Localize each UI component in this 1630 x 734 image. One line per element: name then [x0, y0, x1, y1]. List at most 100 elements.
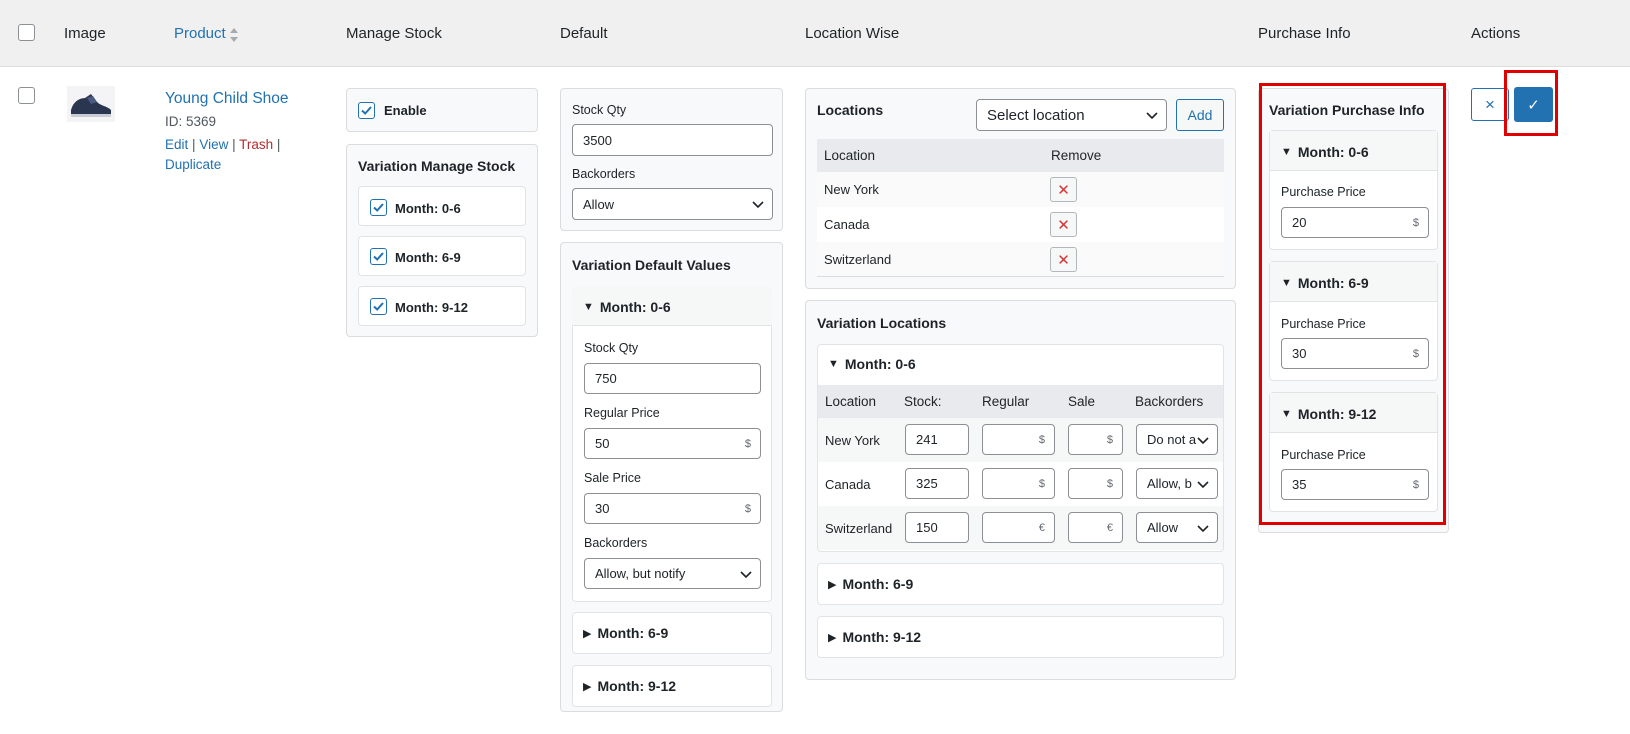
- backorders-label: Backorders: [572, 167, 636, 181]
- row-location: New York: [825, 433, 880, 448]
- row-sale-input[interactable]: $: [1068, 424, 1123, 455]
- variation-locations-title: Variation Locations: [817, 315, 947, 331]
- row-regular-input[interactable]: $: [982, 424, 1055, 455]
- regular-price-input[interactable]: 50 $: [584, 428, 761, 459]
- checkmark-icon: [361, 106, 372, 115]
- sale-price-input[interactable]: 30 $: [584, 493, 761, 524]
- column-header-purchase-info: Purchase Info: [1258, 25, 1351, 42]
- variation-stock-qty-label: Stock Qty: [584, 341, 639, 355]
- column-header-product[interactable]: Product: [174, 25, 226, 42]
- row-actions: Edit | View | Trash |: [165, 137, 280, 152]
- variation-backorders-select[interactable]: Allow, but notify: [584, 558, 761, 589]
- add-location-button[interactable]: Add: [1176, 99, 1224, 131]
- shoe-thumbnail-icon[interactable]: [67, 86, 115, 122]
- row-backorders-select[interactable]: Do not a: [1136, 424, 1218, 455]
- checkmark-icon: [373, 203, 384, 212]
- select-all-checkbox[interactable]: [18, 24, 35, 41]
- row-stock-input[interactable]: 150: [905, 512, 969, 543]
- col-location: Location: [825, 394, 877, 409]
- separator: |: [232, 137, 236, 152]
- location-name: Switzerland: [824, 252, 892, 267]
- column-header-image: Image: [64, 25, 106, 42]
- variation-stock-label: Month: 0-6: [395, 201, 461, 216]
- row-regular-input[interactable]: $: [982, 468, 1055, 499]
- accordion-title[interactable]: ▶ Month: 9-12: [828, 629, 921, 645]
- chevron-down-icon: [1197, 524, 1209, 532]
- table-row: [817, 207, 1224, 242]
- triangle-down-icon: ▼: [828, 358, 839, 370]
- view-link[interactable]: View: [199, 137, 228, 152]
- regular-price-label: Regular Price: [584, 406, 660, 420]
- row-backorders-select[interactable]: Allow: [1136, 512, 1218, 543]
- accordion-title[interactable]: ▶ Month: 9-12: [583, 678, 676, 694]
- col-backorders: Backorders: [1135, 394, 1204, 409]
- row-stock-input[interactable]: 325: [905, 468, 969, 499]
- select-location-dropdown[interactable]: Select location: [976, 99, 1167, 131]
- column-header-default: Default: [560, 25, 608, 42]
- trash-link[interactable]: Trash: [239, 137, 273, 152]
- currency-symbol: $: [1106, 433, 1113, 446]
- triangle-down-icon: ▼: [583, 301, 594, 313]
- currency-symbol: €: [1106, 521, 1113, 534]
- edit-link[interactable]: Edit: [165, 137, 188, 152]
- currency-symbol: $: [1106, 477, 1113, 490]
- remove-column-header: Remove: [1051, 148, 1102, 163]
- variation-stock-qty-input[interactable]: 750: [584, 363, 761, 394]
- location-column-header: Location: [824, 148, 876, 163]
- location-name: New York: [824, 182, 879, 197]
- chevron-down-icon: [1197, 480, 1209, 488]
- remove-location-button[interactable]: ✕: [1050, 247, 1077, 272]
- row-sale-input[interactable]: €: [1068, 512, 1123, 543]
- triangle-right-icon: ▶: [828, 631, 837, 644]
- variation-manage-stock-title: Variation Manage Stock: [358, 158, 516, 174]
- enable-stock-checkbox[interactable]: [358, 102, 375, 119]
- highlight-box: [1504, 70, 1558, 136]
- column-header-manage-stock: Manage Stock: [346, 25, 442, 42]
- accordion-title[interactable]: ▶ Month: 6-9: [828, 576, 913, 592]
- row-stock-input[interactable]: 241: [905, 424, 969, 455]
- variation-stock-checkbox[interactable]: [370, 298, 387, 315]
- row-backorders-select[interactable]: Allow, b: [1136, 468, 1218, 499]
- chevron-down-icon: [1146, 112, 1158, 120]
- stock-qty-input[interactable]: 3500: [572, 124, 773, 156]
- column-header-location-wise: Location Wise: [805, 25, 900, 42]
- accordion-title[interactable]: ▼ Month: 0-6: [583, 299, 671, 315]
- variation-stock-checkbox[interactable]: [370, 248, 387, 265]
- product-id: ID: 5369: [165, 114, 217, 129]
- remove-location-button[interactable]: ✕: [1050, 212, 1077, 237]
- chevron-down-icon: [1197, 436, 1209, 444]
- currency-symbol: €: [1038, 521, 1045, 534]
- sale-price-label: Sale Price: [584, 471, 641, 485]
- locations-table-header: [817, 139, 1224, 172]
- row-sale-input[interactable]: $: [1068, 468, 1123, 499]
- accordion-title[interactable]: ▼ Month: 0-6: [828, 356, 916, 372]
- row-regular-input[interactable]: €: [982, 512, 1055, 543]
- backorders-select[interactable]: Allow: [572, 188, 773, 220]
- row-checkbox[interactable]: [18, 87, 35, 104]
- sort-icon[interactable]: [229, 26, 239, 44]
- col-sale: Sale: [1068, 394, 1096, 409]
- checkmark-icon: [373, 252, 384, 261]
- triangle-right-icon: ▶: [828, 578, 837, 591]
- triangle-right-icon: ▶: [583, 680, 592, 693]
- variation-default-values-title: Variation Default Values: [572, 257, 731, 273]
- variation-stock-label: Month: 9-12: [395, 300, 468, 315]
- remove-location-button[interactable]: ✕: [1050, 177, 1077, 202]
- variation-stock-checkbox[interactable]: [370, 199, 387, 216]
- checkmark-icon: [373, 302, 384, 311]
- accordion-title[interactable]: ▶ Month: 6-9: [583, 625, 668, 641]
- currency-symbol: $: [1038, 433, 1045, 446]
- col-stock: Stock:: [904, 394, 942, 409]
- currency-symbol: $: [744, 437, 751, 450]
- product-name-link[interactable]: Young Child Shoe: [165, 90, 289, 108]
- duplicate-link[interactable]: Duplicate: [165, 157, 221, 172]
- row-location: Switzerland: [825, 521, 893, 536]
- close-icon: ×: [1485, 94, 1495, 114]
- variation-stock-label: Month: 6-9: [395, 250, 461, 265]
- separator: |: [276, 137, 281, 152]
- column-header-actions: Actions: [1471, 25, 1521, 42]
- separator: |: [192, 137, 196, 152]
- row-location: Canada: [825, 477, 871, 492]
- chevron-down-icon: [752, 201, 764, 209]
- currency-symbol: $: [744, 502, 751, 515]
